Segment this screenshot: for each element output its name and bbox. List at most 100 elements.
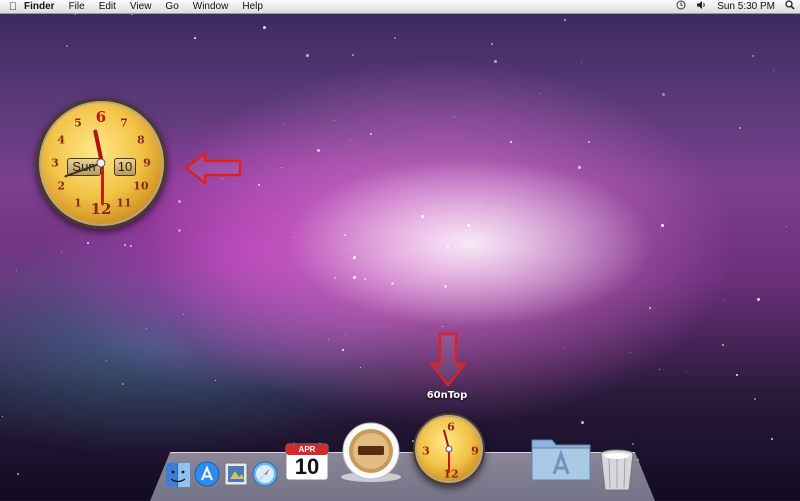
star [773, 70, 774, 71]
star [306, 54, 309, 57]
mini-clock-twelve: 12 [443, 467, 459, 481]
menu-window[interactable]: Window [193, 0, 229, 13]
star [178, 229, 181, 232]
star [752, 55, 754, 57]
star [632, 443, 634, 445]
star [258, 184, 260, 186]
star [581, 62, 582, 63]
star [786, 226, 787, 227]
star [491, 43, 493, 45]
star [454, 116, 455, 117]
star [364, 278, 366, 280]
coffee-cup-icon[interactable] [338, 421, 404, 488]
star [122, 383, 124, 385]
star [215, 380, 216, 381]
mini-clock-hub [445, 445, 453, 453]
star [659, 369, 660, 370]
star [442, 326, 443, 327]
star [540, 93, 541, 94]
finder-icon[interactable] [165, 462, 191, 493]
clock-numeral: 2 [57, 179, 65, 193]
star [294, 237, 295, 238]
clock-numeral: 9 [143, 156, 151, 170]
star [467, 224, 470, 227]
star [528, 252, 529, 253]
star [470, 210, 471, 211]
star [350, 139, 351, 140]
clock-numeral: 3 [51, 156, 59, 170]
clock-numeral: 5 [74, 116, 82, 130]
star [352, 54, 354, 56]
menu-file[interactable]: File [69, 0, 85, 13]
clock-hub [96, 158, 106, 168]
trash-icon[interactable] [598, 448, 636, 497]
applications-folder-icon[interactable] [528, 432, 594, 487]
star [588, 141, 590, 143]
star [328, 339, 329, 340]
star [130, 245, 132, 247]
star [66, 45, 68, 47]
menu-edit[interactable]: Edit [99, 0, 116, 13]
star [263, 26, 266, 29]
star [370, 133, 372, 135]
star [662, 93, 665, 96]
clock-icon[interactable] [676, 0, 686, 13]
star [360, 367, 361, 368]
star [345, 334, 346, 335]
star [578, 166, 581, 169]
star [391, 282, 394, 285]
menu-app-name[interactable]: Finder [24, 0, 55, 13]
menu-view[interactable]: View [130, 0, 152, 13]
star [754, 398, 756, 400]
preview-icon[interactable] [223, 461, 249, 492]
clock-widget[interactable]: 6 7 8 9 10 11 12 1 2 3 4 5 Sun 10 [36, 98, 167, 229]
minute-hand [101, 163, 104, 205]
star [564, 347, 565, 348]
star [106, 360, 107, 361]
star [739, 127, 741, 129]
mini-clock-three: 3 [422, 444, 430, 458]
date-plate: 10 [114, 158, 136, 176]
star [649, 307, 651, 309]
star [494, 60, 497, 63]
clock-numeral: 1 [74, 196, 82, 210]
safari-icon[interactable] [252, 461, 278, 492]
menubar-clock[interactable]: Sun 5:30 PM [717, 1, 775, 12]
app-store-icon[interactable] [194, 461, 220, 492]
arrow-down-icon [429, 332, 467, 387]
search-icon[interactable] [785, 0, 795, 13]
star [394, 37, 396, 39]
star [447, 246, 449, 248]
star [400, 226, 401, 227]
arrow-left-icon [184, 151, 242, 185]
calendar-day: 10 [294, 454, 320, 479]
star [722, 344, 724, 346]
mini-minute-hand [448, 449, 450, 473]
star [510, 141, 512, 143]
star [736, 374, 738, 376]
menu-go[interactable]: Go [165, 0, 178, 13]
star [479, 223, 480, 224]
speaker-icon[interactable] [696, 0, 707, 13]
star [353, 276, 356, 279]
dock-clock-icon[interactable]: 6 9 12 3 [413, 413, 485, 485]
clock-numeral: 8 [137, 133, 145, 147]
star [481, 205, 482, 206]
mini-clock-six: 6 [447, 420, 455, 434]
menu-help[interactable]: Help [242, 0, 263, 13]
star [686, 371, 687, 372]
star [281, 167, 282, 168]
star [581, 421, 584, 424]
star [178, 200, 181, 203]
star [2, 416, 3, 417]
calendar-icon[interactable]: APR 10 [284, 440, 330, 487]
star [421, 215, 424, 218]
star [564, 19, 566, 21]
star [349, 250, 350, 251]
clock-numeral: 11 [116, 196, 132, 210]
apple-icon[interactable]:  [4, 1, 22, 13]
star [342, 349, 344, 351]
menu-bar:  Finder File Edit View Go Window Help S… [0, 0, 800, 14]
clock-numeral: 10 [133, 179, 149, 193]
mini-clock-nine: 9 [471, 444, 479, 458]
